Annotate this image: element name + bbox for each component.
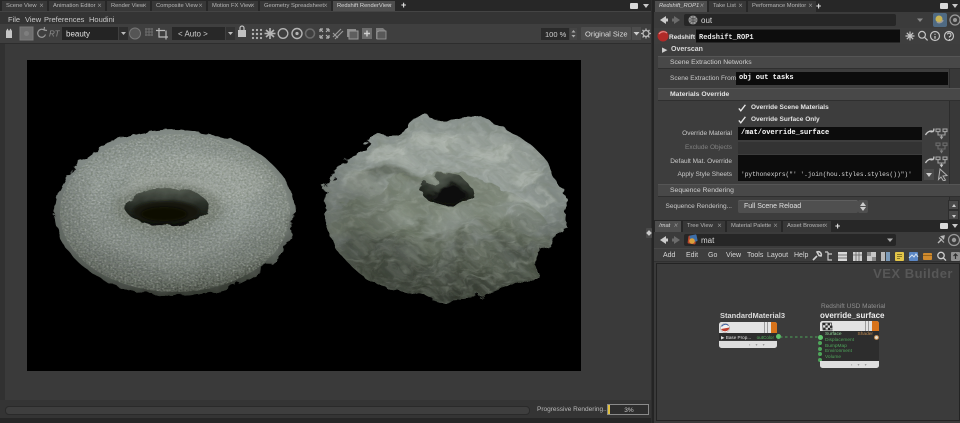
svg-text:< Auto >: < Auto >: [178, 30, 208, 39]
svg-text:100 %: 100 %: [545, 30, 567, 39]
svg-text:out: out: [701, 16, 713, 25]
svg-text:mat: mat: [701, 236, 715, 245]
svg-text:beauty: beauty: [66, 30, 90, 39]
svg-text:Redshift_ROP1: Redshift_ROP1: [699, 34, 754, 42]
svg-text:Redshift: Redshift: [669, 34, 696, 41]
svg-text:RT: RT: [49, 30, 61, 39]
svg-text:Original Size: Original Size: [585, 30, 628, 39]
